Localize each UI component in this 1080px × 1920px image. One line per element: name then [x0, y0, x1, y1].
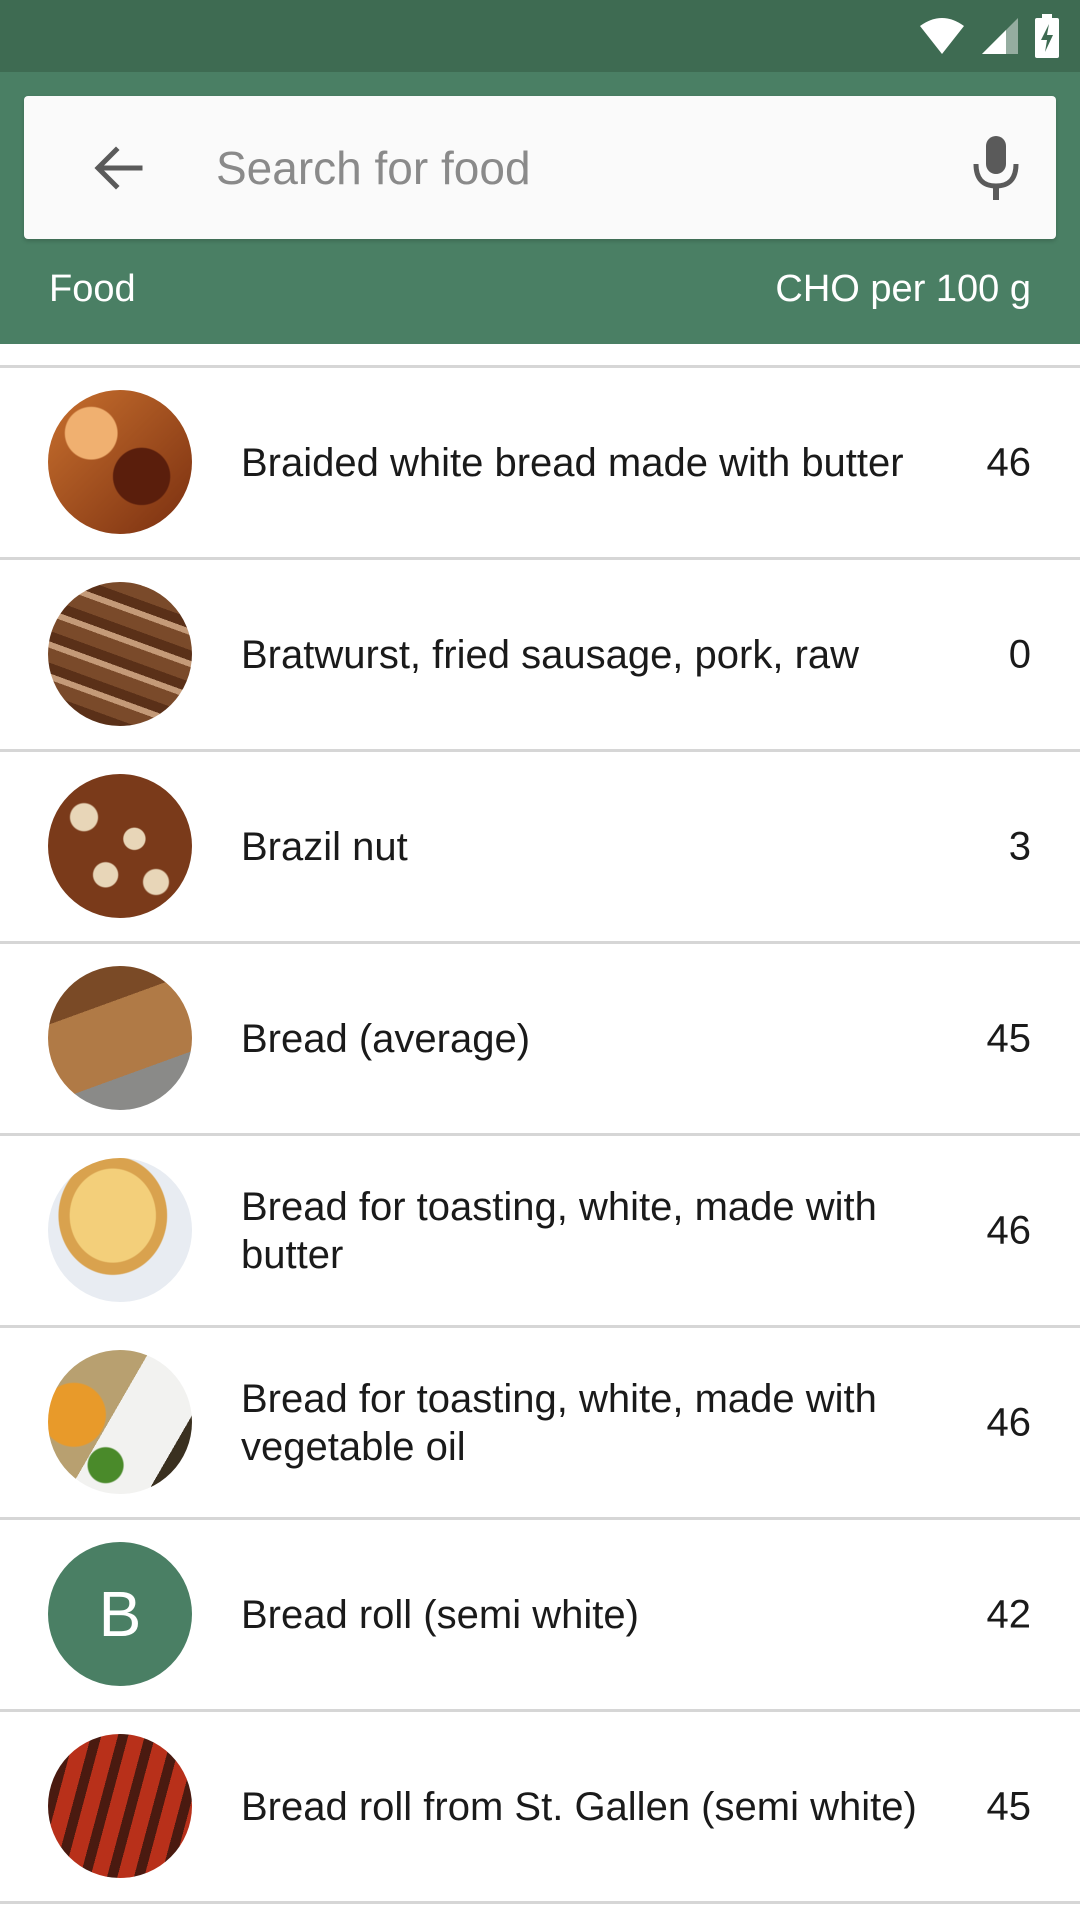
list-item[interactable]: Bread roll from St. Gallen (semi white) …	[0, 1712, 1080, 1904]
list-item[interactable]: Braided white bread made with butter 46	[0, 368, 1080, 560]
list-item[interactable]: Brazil nut 3	[0, 752, 1080, 944]
food-photo	[48, 1734, 192, 1878]
food-name: Bread for toasting, white, made with veg…	[241, 1376, 877, 1469]
cho-value: 46	[986, 1208, 1032, 1252]
back-arrow-icon[interactable]	[86, 136, 150, 200]
list-item[interactable]: Bread (average) 45	[0, 944, 1080, 1136]
food-photo	[48, 1158, 192, 1302]
battery-charging-icon	[1035, 14, 1059, 58]
cell-signal-icon	[982, 18, 1018, 54]
app-bar: Food CHO per 100 g	[0, 72, 1080, 344]
cho-value: 3	[1008, 824, 1031, 868]
search-input[interactable]	[214, 122, 918, 214]
cho-value: 46	[986, 440, 1032, 484]
food-name: Brazil nut	[241, 824, 408, 869]
food-name: Bratwurst, fried sausage, pork, raw	[241, 632, 860, 677]
food-name: Bread roll from St. Gallen (semi white)	[241, 1784, 917, 1829]
search-box	[24, 96, 1056, 239]
food-photo	[48, 966, 192, 1110]
column-header-food[interactable]: Food	[49, 268, 136, 311]
microphone-icon[interactable]	[964, 132, 1028, 204]
cho-value: 46	[986, 1400, 1032, 1444]
food-name: Braided white bread made with butter	[241, 440, 904, 485]
cho-value: 0	[1008, 632, 1031, 676]
list-item[interactable]: Bread for toasting, white, made with veg…	[0, 1328, 1080, 1520]
food-photo	[48, 582, 192, 726]
food-name: Bread roll (semi white)	[241, 1592, 639, 1637]
list-item[interactable]: Bratwurst, fried sausage, pork, raw 0	[0, 560, 1080, 752]
list-item[interactable]: Bread for toasting, white, made with but…	[0, 1136, 1080, 1328]
food-photo	[48, 1350, 192, 1494]
letter-avatar: B	[48, 1542, 192, 1686]
column-header-cho[interactable]: CHO per 100 g	[775, 268, 1031, 311]
status-bar	[0, 0, 1080, 72]
food-name: Bread (average)	[241, 1016, 531, 1061]
food-photo	[48, 774, 192, 918]
wifi-icon	[920, 18, 964, 54]
cho-value: 45	[986, 1016, 1032, 1060]
food-photo	[48, 390, 192, 534]
food-name: Bread for toasting, white, made with but…	[241, 1184, 877, 1277]
cho-value: 45	[986, 1784, 1032, 1828]
list-item[interactable]: B Bread roll (semi white) 42	[0, 1520, 1080, 1712]
cho-value: 42	[986, 1592, 1032, 1636]
status-icons	[918, 14, 1060, 58]
